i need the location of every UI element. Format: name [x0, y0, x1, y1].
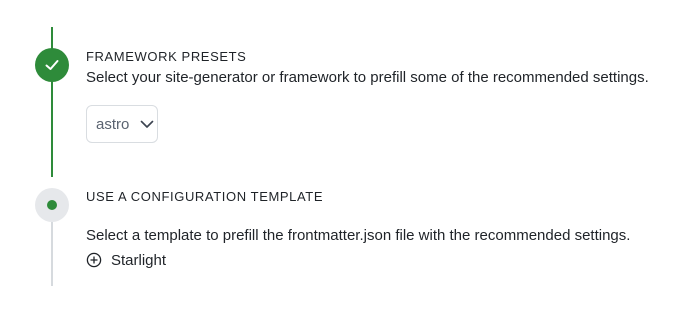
step-title-configuration-template: USE A CONFIGURATION TEMPLATE: [86, 189, 324, 204]
setup-stepper: FRAMEWORK PRESETS Select your site-gener…: [0, 0, 700, 312]
step-description-framework-presets: Select your site-generator or framework …: [86, 69, 649, 86]
step-active-indicator: [35, 188, 69, 222]
framework-select-value: astro: [96, 115, 130, 133]
step-title-framework-presets: FRAMEWORK PRESETS: [86, 49, 247, 64]
step-complete-indicator: [35, 48, 69, 82]
plus-circle-icon: [86, 252, 102, 268]
template-option-label: Starlight: [111, 251, 167, 269]
check-icon: [45, 60, 59, 70]
stepper-rail-pending: [51, 222, 53, 286]
step-description-configuration-template: Select a template to prefill the frontma…: [86, 227, 631, 244]
chevron-down-icon: [139, 116, 155, 132]
framework-select[interactable]: astro: [86, 105, 158, 143]
template-option-starlight[interactable]: Starlight: [86, 250, 166, 270]
dot-icon: [47, 200, 57, 210]
